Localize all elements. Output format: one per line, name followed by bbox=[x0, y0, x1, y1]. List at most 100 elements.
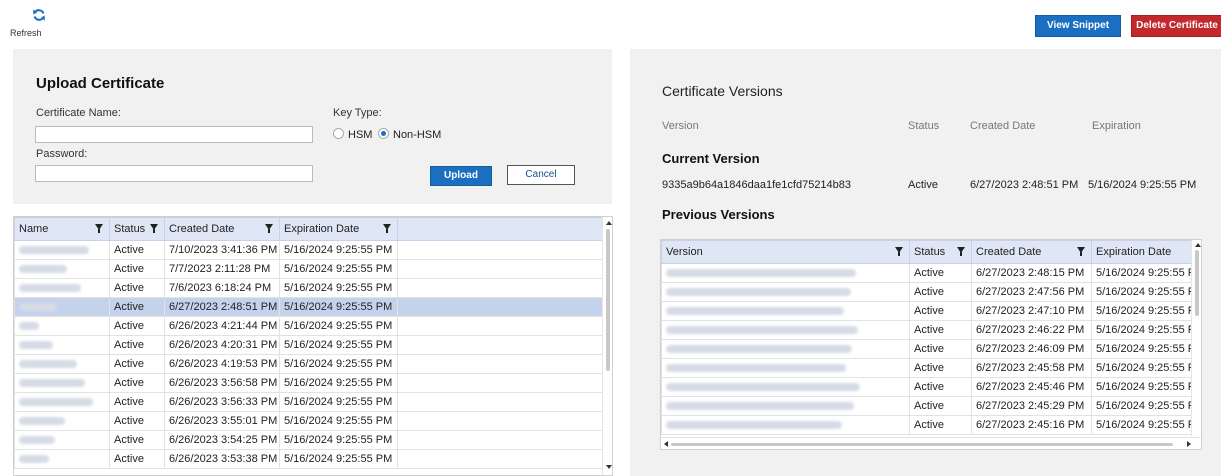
cert-status-cell: Active bbox=[109, 240, 165, 260]
cancel-button[interactable]: Cancel bbox=[507, 165, 575, 185]
cert-name-cell bbox=[14, 297, 110, 317]
certificate-name-label: Certificate Name: bbox=[36, 107, 121, 119]
password-input[interactable] bbox=[35, 165, 313, 182]
delete-certificate-button[interactable]: Delete Certificate bbox=[1131, 15, 1221, 37]
redacted-version-id bbox=[666, 383, 860, 392]
version-status-cell: Active bbox=[909, 377, 972, 397]
version-status-cell: Active bbox=[909, 282, 972, 302]
scroll-thumb[interactable] bbox=[606, 229, 610, 371]
table-row[interactable]: Active 6/26/2023 4:20:31 PM 5/16/2024 9:25… bbox=[14, 335, 605, 355]
version-expiration-cell: 5/16/2024 9:25:55 P bbox=[1091, 377, 1201, 397]
pv-scroll-right-arrow-icon[interactable] bbox=[1187, 441, 1191, 447]
table-row[interactable]: Active 6/26/2023 3:53:38 PM 5/16/2024 9:25… bbox=[14, 449, 605, 469]
table-row[interactable]: Active 6/27/2023 2:47:56 PM 5/16/2024 9:25… bbox=[661, 282, 1201, 302]
cert-status-cell: Active bbox=[109, 335, 165, 355]
cert-expiration-cell: 5/16/2024 9:25:55 PM bbox=[279, 297, 398, 317]
empty-cell bbox=[397, 316, 605, 336]
table-row[interactable]: Active 7/10/2023 3:41:36 PM 5/16/2024 9:25… bbox=[14, 240, 605, 260]
column-header-name[interactable]: Name bbox=[14, 217, 110, 241]
version-id-cell bbox=[661, 301, 910, 321]
cert-name-cell bbox=[14, 278, 110, 298]
scroll-down-arrow-icon[interactable] bbox=[606, 465, 612, 469]
table-row[interactable]: Active 6/27/2023 2:48:51 PM 5/16/2024 9:25… bbox=[14, 297, 605, 317]
column-header-created-date[interactable]: Created Date bbox=[164, 217, 280, 241]
pv-vscroll-thumb[interactable] bbox=[1195, 250, 1199, 316]
column-header-status[interactable]: Status bbox=[109, 217, 165, 241]
radio-hsm[interactable]: HSM bbox=[333, 128, 372, 141]
table-row[interactable]: Active 7/6/2023 6:18:24 PM 5/16/2024 9:25:… bbox=[14, 278, 605, 298]
current-version-title: Current Version bbox=[662, 151, 760, 166]
redacted-name bbox=[19, 360, 77, 369]
refresh-button[interactable]: Refresh bbox=[10, 8, 66, 38]
table-row[interactable]: Active 6/27/2023 2:47:10 PM 5/16/2024 9:25… bbox=[661, 301, 1201, 321]
column-expiration-label: Expiration Date bbox=[284, 223, 360, 235]
empty-cell bbox=[397, 278, 605, 298]
cert-created-cell: 6/26/2023 3:56:58 PM bbox=[164, 373, 280, 393]
cert-name-cell bbox=[14, 373, 110, 393]
column-header-expiration-date[interactable]: Expiration Date bbox=[279, 217, 398, 241]
cert-name-cell bbox=[14, 354, 110, 374]
upload-button[interactable]: Upload bbox=[430, 166, 492, 186]
version-created-cell: 6/27/2023 2:45:16 PM bbox=[971, 415, 1092, 435]
radio-non-hsm-circle[interactable] bbox=[378, 128, 389, 139]
filter-icon[interactable] bbox=[265, 224, 273, 233]
version-expiration-cell: 5/16/2024 9:25:55 P bbox=[1091, 339, 1201, 359]
version-status-cell: Active bbox=[909, 396, 972, 416]
pv-column-header-created-date[interactable]: Created Date bbox=[971, 240, 1092, 264]
column-name-label: Name bbox=[19, 223, 49, 235]
filter-icon[interactable] bbox=[957, 247, 965, 256]
version-id-cell bbox=[661, 377, 910, 397]
previous-versions-hscroll[interactable] bbox=[661, 437, 1201, 449]
certificate-table-scrollbar[interactable] bbox=[602, 217, 612, 475]
version-status-cell: Active bbox=[909, 301, 972, 321]
radio-non-hsm[interactable]: Non-HSM bbox=[378, 128, 441, 141]
cert-created-cell: 6/26/2023 3:54:25 PM bbox=[164, 430, 280, 450]
filter-icon[interactable] bbox=[150, 224, 158, 233]
pv-scroll-up-arrow-icon[interactable] bbox=[1195, 243, 1201, 247]
pv-column-header-expiration-date[interactable]: Expiration Date bbox=[1091, 240, 1201, 264]
pv-scroll-left-arrow-icon[interactable] bbox=[664, 441, 668, 447]
upload-certificate-panel: Upload Certificate Certificate Name: Pas… bbox=[13, 49, 612, 204]
table-row[interactable]: Active 6/26/2023 4:19:53 PM 5/16/2024 9:25… bbox=[14, 354, 605, 374]
redacted-name bbox=[19, 265, 67, 274]
cert-status-cell: Active bbox=[109, 354, 165, 374]
filter-icon[interactable] bbox=[895, 247, 903, 256]
filter-icon[interactable] bbox=[95, 224, 103, 233]
cert-created-cell: 7/7/2023 2:11:28 PM bbox=[164, 259, 280, 279]
table-row[interactable]: Active 6/26/2023 3:56:58 PM 5/16/2024 9:25… bbox=[14, 373, 605, 393]
pv-column-header-version[interactable]: Version bbox=[661, 240, 910, 264]
table-row[interactable]: Active 6/27/2023 2:46:22 PM 5/16/2024 9:25… bbox=[661, 320, 1201, 340]
table-row[interactable]: Active 6/26/2023 3:54:25 PM 5/16/2024 9:25… bbox=[14, 430, 605, 450]
table-row[interactable]: Active 6/27/2023 2:46:09 PM 5/16/2024 9:25… bbox=[661, 339, 1201, 359]
table-row[interactable]: Active 6/27/2023 2:45:58 PM 5/16/2024 9:25… bbox=[661, 358, 1201, 378]
version-id-cell bbox=[661, 415, 910, 435]
filter-icon[interactable] bbox=[383, 224, 391, 233]
radio-hsm-circle[interactable] bbox=[333, 128, 344, 139]
current-version-expiration: 5/16/2024 9:25:55 PM bbox=[1088, 179, 1197, 191]
certificate-name-input[interactable] bbox=[35, 126, 313, 143]
scroll-up-arrow-icon[interactable] bbox=[606, 221, 612, 225]
table-row[interactable]: Active 6/26/2023 3:56:33 PM 5/16/2024 9:25… bbox=[14, 392, 605, 412]
table-row[interactable]: Active 6/27/2023 2:48:15 PM 5/16/2024 9:25… bbox=[661, 263, 1201, 283]
empty-cell bbox=[397, 430, 605, 450]
previous-versions-vscroll[interactable] bbox=[1191, 240, 1201, 436]
version-expiration-cell: 5/16/2024 9:25:55 P bbox=[1091, 396, 1201, 416]
table-row[interactable]: Active 6/26/2023 3:55:01 PM 5/16/2024 9:25… bbox=[14, 411, 605, 431]
pv-column-header-status[interactable]: Status bbox=[909, 240, 972, 264]
table-row[interactable]: Active 6/27/2023 2:45:46 PM 5/16/2024 9:25… bbox=[661, 377, 1201, 397]
cert-created-cell: 6/26/2023 4:20:31 PM bbox=[164, 335, 280, 355]
cert-created-cell: 6/26/2023 3:56:33 PM bbox=[164, 392, 280, 412]
cert-expiration-cell: 5/16/2024 9:25:55 PM bbox=[279, 392, 398, 412]
table-row[interactable]: Active 7/7/2023 2:11:28 PM 5/16/2024 9:25:… bbox=[14, 259, 605, 279]
version-created-cell: 6/27/2023 2:45:29 PM bbox=[971, 396, 1092, 416]
table-row[interactable]: Active 6/27/2023 2:45:29 PM 5/16/2024 9:25… bbox=[661, 396, 1201, 416]
cert-created-cell: 7/10/2023 3:41:36 PM bbox=[164, 240, 280, 260]
empty-cell bbox=[397, 335, 605, 355]
redacted-name bbox=[19, 246, 89, 255]
version-expiration-cell: 5/16/2024 9:25:55 P bbox=[1091, 358, 1201, 378]
view-snippet-button[interactable]: View Snippet bbox=[1035, 15, 1121, 37]
table-row[interactable]: Active 6/26/2023 4:21:44 PM 5/16/2024 9:25… bbox=[14, 316, 605, 336]
pv-hscroll-thumb[interactable] bbox=[671, 443, 1173, 446]
table-row[interactable]: Active 6/27/2023 2:45:16 PM 5/16/2024 9:25… bbox=[661, 415, 1201, 435]
filter-icon[interactable] bbox=[1077, 247, 1085, 256]
